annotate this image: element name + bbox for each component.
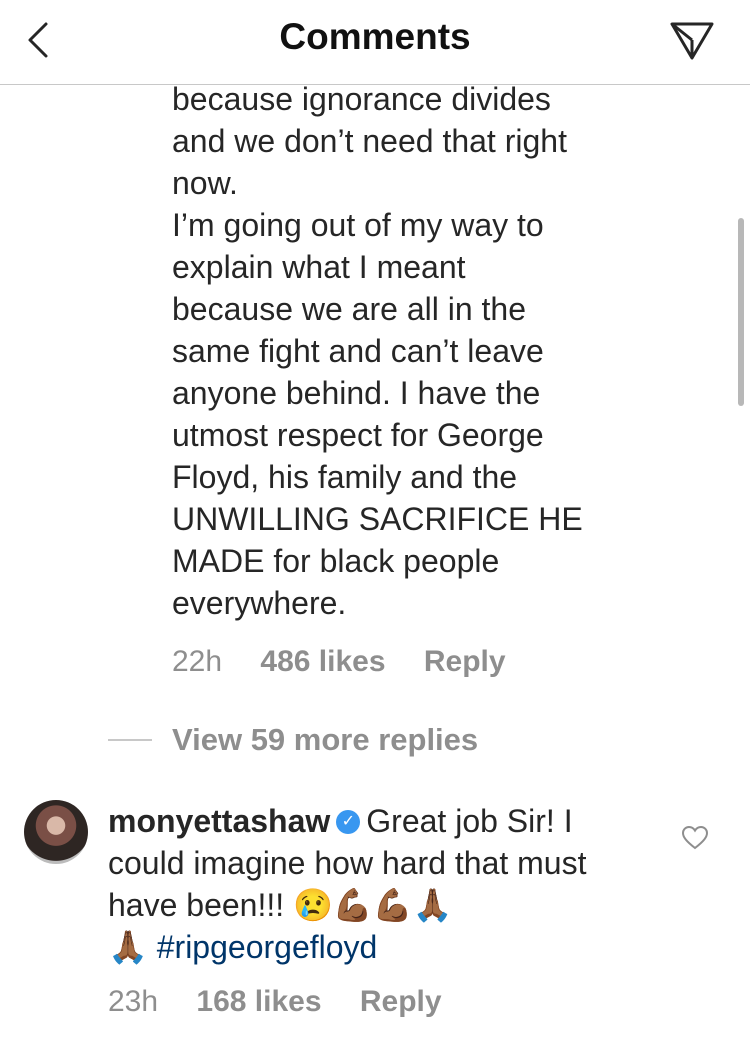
- top-bar: Comments: [0, 0, 750, 85]
- reply-timestamp: 22h: [172, 645, 223, 678]
- page-title: Comments: [279, 16, 471, 57]
- divider-line: [108, 739, 152, 741]
- comment-username[interactable]: monyettashaw: [108, 803, 330, 839]
- comment-text: monyettashaw ✓ Great job Sir! I could imag…: [108, 800, 628, 968]
- heart-outline-icon: [681, 825, 709, 850]
- scrollbar[interactable]: [738, 218, 744, 406]
- like-button[interactable]: [681, 825, 709, 850]
- view-more-replies-label: View 59 more replies: [172, 722, 479, 757]
- view-more-replies[interactable]: View 59 more replies: [108, 722, 478, 758]
- reply-meta: 22h 486 likes Reply: [172, 645, 536, 679]
- comment-likes-count[interactable]: 168 likes: [196, 985, 321, 1018]
- comment-reply-button[interactable]: Reply: [360, 985, 442, 1018]
- reply-comment-text: because ignorance divides and we don’t n…: [172, 81, 583, 621]
- hashtag-link[interactable]: #ripgeorgefloyd: [157, 929, 378, 965]
- paper-plane-icon: [670, 22, 714, 60]
- comment-timestamp: 23h: [108, 985, 159, 1018]
- share-button[interactable]: [666, 14, 720, 64]
- verified-badge-icon: ✓: [336, 809, 361, 834]
- avatar[interactable]: [24, 800, 88, 864]
- comment-emojis: 😢💪🏾💪🏾🙏🏾: [293, 887, 453, 923]
- reply-likes-count[interactable]: 486 likes: [260, 645, 385, 678]
- comment-meta: 23h 168 likes Reply: [108, 985, 472, 1019]
- reply-reply-button[interactable]: Reply: [424, 645, 506, 678]
- comment-emoji-line2: 🙏🏾: [108, 929, 148, 965]
